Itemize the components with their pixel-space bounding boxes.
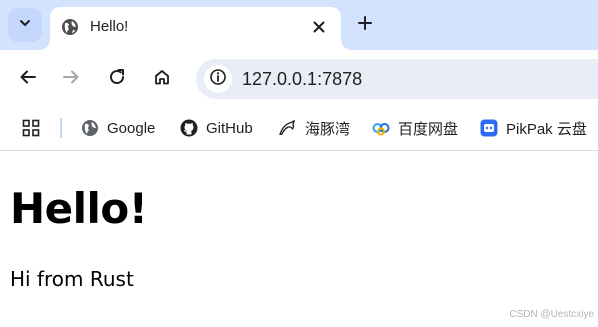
reload-icon [108,68,126,91]
home-button[interactable] [148,65,176,93]
forward-button[interactable] [57,65,85,93]
pikpak-icon [480,119,498,137]
toolbar: 127.0.0.1:7878 [0,50,598,108]
page-heading: Hello! [10,184,148,233]
arrow-left-icon [19,68,37,91]
bookmark-label: 百度网盘 [398,120,459,138]
info-icon [209,68,227,91]
bookmark-baidu-netdisk[interactable]: 百度网盘 [372,114,458,142]
bookmarks-separator [60,118,62,138]
arrow-right-icon [62,68,80,91]
bookmark-pikpak[interactable]: PikPak 云盘 [480,114,587,142]
plus-icon [358,15,372,35]
globe-icon [61,18,79,36]
address-bar[interactable]: 127.0.0.1:7878 [196,59,598,99]
bookmarks-bar: Google GitHub 海豚湾 百度网盘 PikPak 云盘 [0,108,598,148]
tab-title: Hello! [90,18,129,35]
bookmark-dolphin-bay[interactable]: 海豚湾 [279,114,350,142]
new-tab-button[interactable] [352,12,378,38]
url-text[interactable]: 127.0.0.1:7878 [242,68,362,90]
page-paragraph: Hi from Rust [10,267,134,291]
toolbar-divider [0,150,598,151]
bookmark-label: Google [107,119,156,137]
back-button[interactable] [14,65,42,93]
bookmark-github[interactable]: GitHub [180,114,253,142]
bookmark-label: GitHub [206,119,253,137]
home-icon [153,68,171,91]
active-tab[interactable]: Hello! [40,7,351,50]
github-icon [180,119,198,137]
watermark: CSDN @Uestcxiye [509,309,594,320]
close-icon[interactable] [308,16,330,38]
baidu-netdisk-icon [372,119,390,137]
reload-button[interactable] [103,65,131,93]
dolphin-icon [279,119,297,137]
bookmark-label: PikPak 云盘 [506,120,587,138]
bookmark-label: 海豚湾 [305,120,351,138]
apps-button[interactable] [22,114,40,142]
site-info-button[interactable] [204,65,232,93]
tab-strip: Hello! [0,0,598,50]
tab-search-button[interactable] [8,8,42,42]
chevron-down-icon [18,16,32,35]
bookmark-google[interactable]: Google [81,114,155,142]
apps-grid-icon [22,119,40,137]
globe-icon [81,119,99,137]
